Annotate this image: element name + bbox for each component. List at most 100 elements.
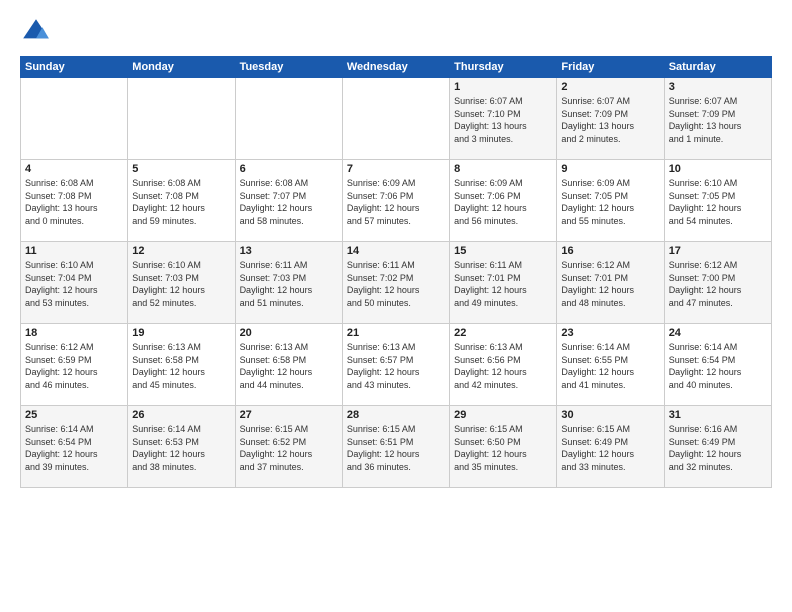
day-info: Sunrise: 6:09 AM Sunset: 7:06 PM Dayligh… [454,177,552,227]
day-info: Sunrise: 6:10 AM Sunset: 7:05 PM Dayligh… [669,177,767,227]
day-number: 31 [669,409,767,421]
day-info: Sunrise: 6:15 AM Sunset: 6:52 PM Dayligh… [240,423,338,473]
day-info: Sunrise: 6:11 AM Sunset: 7:03 PM Dayligh… [240,259,338,309]
calendar-cell: 9 Sunrise: 6:09 AM Sunset: 7:05 PM Daylig… [557,160,664,242]
day-number: 13 [240,245,338,257]
day-number: 1 [454,81,552,93]
day-number: 3 [669,81,767,93]
calendar-cell: 29Sunrise: 6:15 AM Sunset: 6:50 PM Dayli… [450,406,557,488]
day-number: 14 [347,245,445,257]
day-number: 23 [561,327,659,339]
logo-icon [20,16,52,48]
day-info: Sunrise: 6:08 AM Sunset: 7:08 PM Dayligh… [25,177,123,227]
calendar-cell: 15 Sunrise: 6:11 AM Sunset: 7:01 PM Dayli… [450,242,557,324]
weekday-header-sunday: Sunday [21,57,128,78]
day-number: 30 [561,409,659,421]
calendar-cell: 7 Sunrise: 6:09 AM Sunset: 7:06 PM Daylig… [342,160,449,242]
calendar-cell: 17 Sunrise: 6:12 AM Sunset: 7:00 PM Dayli… [664,242,771,324]
day-info: Sunrise: 6:09 AM Sunset: 7:05 PM Dayligh… [561,177,659,227]
day-number: 15 [454,245,552,257]
day-number: 7 [347,163,445,175]
day-info: Sunrise: 6:07 AM Sunset: 7:09 PM Dayligh… [561,95,659,145]
page: SundayMondayTuesdayWednesdayThursdayFrid… [0,0,792,612]
day-info: Sunrise: 6:08 AM Sunset: 7:07 PM Dayligh… [240,177,338,227]
day-number: 16 [561,245,659,257]
day-info: Sunrise: 6:15 AM Sunset: 6:49 PM Dayligh… [561,423,659,473]
weekday-header-monday: Monday [128,57,235,78]
day-info: Sunrise: 6:13 AM Sunset: 6:58 PM Dayligh… [240,341,338,391]
calendar-cell: 23 Sunrise: 6:14 AM Sunset: 6:55 PM Dayli… [557,324,664,406]
calendar-week-2: 4 Sunrise: 6:08 AM Sunset: 7:08 PM Daylig… [21,160,772,242]
calendar-cell: 28Sunrise: 6:15 AM Sunset: 6:51 PM Dayli… [342,406,449,488]
day-info: Sunrise: 6:14 AM Sunset: 6:54 PM Dayligh… [25,423,123,473]
weekday-header-thursday: Thursday [450,57,557,78]
day-info: Sunrise: 6:14 AM Sunset: 6:54 PM Dayligh… [669,341,767,391]
day-info: Sunrise: 6:11 AM Sunset: 7:01 PM Dayligh… [454,259,552,309]
calendar-cell: 11 Sunrise: 6:10 AM Sunset: 7:04 PM Dayli… [21,242,128,324]
day-number: 6 [240,163,338,175]
calendar-cell: 30 Sunrise: 6:15 AM Sunset: 6:49 PM Dayli… [557,406,664,488]
weekday-header-saturday: Saturday [664,57,771,78]
day-number: 24 [669,327,767,339]
calendar-cell: 13 Sunrise: 6:11 AM Sunset: 7:03 PM Dayli… [235,242,342,324]
day-number: 8 [454,163,552,175]
calendar-week-1: 1 Sunrise: 6:07 AM Sunset: 7:10 PM Daylig… [21,78,772,160]
calendar-cell: 8 Sunrise: 6:09 AM Sunset: 7:06 PM Daylig… [450,160,557,242]
calendar-cell: 1 Sunrise: 6:07 AM Sunset: 7:10 PM Daylig… [450,78,557,160]
calendar-cell: 27 Sunrise: 6:15 AM Sunset: 6:52 PM Dayli… [235,406,342,488]
day-info: Sunrise: 6:12 AM Sunset: 7:00 PM Dayligh… [669,259,767,309]
day-info: Sunrise: 6:12 AM Sunset: 7:01 PM Dayligh… [561,259,659,309]
calendar-cell: 19 Sunrise: 6:13 AM Sunset: 6:58 PM Dayli… [128,324,235,406]
day-info: Sunrise: 6:16 AM Sunset: 6:49 PM Dayligh… [669,423,767,473]
day-info: Sunrise: 6:13 AM Sunset: 6:56 PM Dayligh… [454,341,552,391]
calendar-cell: 25Sunrise: 6:14 AM Sunset: 6:54 PM Dayli… [21,406,128,488]
day-number: 28 [347,409,445,421]
day-info: Sunrise: 6:10 AM Sunset: 7:03 PM Dayligh… [132,259,230,309]
day-info: Sunrise: 6:08 AM Sunset: 7:08 PM Dayligh… [132,177,230,227]
calendar-week-5: 25Sunrise: 6:14 AM Sunset: 6:54 PM Dayli… [21,406,772,488]
day-number: 9 [561,163,659,175]
calendar-cell: 6 Sunrise: 6:08 AM Sunset: 7:07 PM Daylig… [235,160,342,242]
calendar-cell [235,78,342,160]
calendar-cell: 18Sunrise: 6:12 AM Sunset: 6:59 PM Dayli… [21,324,128,406]
calendar-cell: 20Sunrise: 6:13 AM Sunset: 6:58 PM Dayli… [235,324,342,406]
calendar-cell [128,78,235,160]
day-info: Sunrise: 6:14 AM Sunset: 6:55 PM Dayligh… [561,341,659,391]
calendar-cell: 3 Sunrise: 6:07 AM Sunset: 7:09 PM Daylig… [664,78,771,160]
logo [20,16,56,48]
calendar-cell: 16 Sunrise: 6:12 AM Sunset: 7:01 PM Dayli… [557,242,664,324]
day-info: Sunrise: 6:13 AM Sunset: 6:57 PM Dayligh… [347,341,445,391]
day-number: 17 [669,245,767,257]
calendar-table: SundayMondayTuesdayWednesdayThursdayFrid… [20,56,772,488]
calendar-cell: 31 Sunrise: 6:16 AM Sunset: 6:49 PM Dayli… [664,406,771,488]
calendar-week-4: 18Sunrise: 6:12 AM Sunset: 6:59 PM Dayli… [21,324,772,406]
day-info: Sunrise: 6:11 AM Sunset: 7:02 PM Dayligh… [347,259,445,309]
weekday-row: SundayMondayTuesdayWednesdayThursdayFrid… [21,57,772,78]
header [20,16,772,48]
calendar-cell: 10Sunrise: 6:10 AM Sunset: 7:05 PM Dayli… [664,160,771,242]
calendar-cell: 14 Sunrise: 6:11 AM Sunset: 7:02 PM Dayli… [342,242,449,324]
calendar-cell [21,78,128,160]
day-info: Sunrise: 6:07 AM Sunset: 7:09 PM Dayligh… [669,95,767,145]
day-number: 11 [25,245,123,257]
day-info: Sunrise: 6:10 AM Sunset: 7:04 PM Dayligh… [25,259,123,309]
calendar-week-3: 11 Sunrise: 6:10 AM Sunset: 7:04 PM Dayli… [21,242,772,324]
calendar-cell: 21Sunrise: 6:13 AM Sunset: 6:57 PM Dayli… [342,324,449,406]
calendar-header: SundayMondayTuesdayWednesdayThursdayFrid… [21,57,772,78]
calendar-body: 1 Sunrise: 6:07 AM Sunset: 7:10 PM Daylig… [21,78,772,488]
day-number: 4 [25,163,123,175]
weekday-header-tuesday: Tuesday [235,57,342,78]
weekday-header-friday: Friday [557,57,664,78]
calendar-cell: 24 Sunrise: 6:14 AM Sunset: 6:54 PM Dayli… [664,324,771,406]
calendar-cell [342,78,449,160]
day-number: 29 [454,409,552,421]
day-number: 19 [132,327,230,339]
day-info: Sunrise: 6:09 AM Sunset: 7:06 PM Dayligh… [347,177,445,227]
day-number: 27 [240,409,338,421]
day-number: 2 [561,81,659,93]
day-number: 18 [25,327,123,339]
calendar-cell: 26Sunrise: 6:14 AM Sunset: 6:53 PM Dayli… [128,406,235,488]
calendar-cell: 22Sunrise: 6:13 AM Sunset: 6:56 PM Dayli… [450,324,557,406]
day-info: Sunrise: 6:07 AM Sunset: 7:10 PM Dayligh… [454,95,552,145]
day-info: Sunrise: 6:13 AM Sunset: 6:58 PM Dayligh… [132,341,230,391]
